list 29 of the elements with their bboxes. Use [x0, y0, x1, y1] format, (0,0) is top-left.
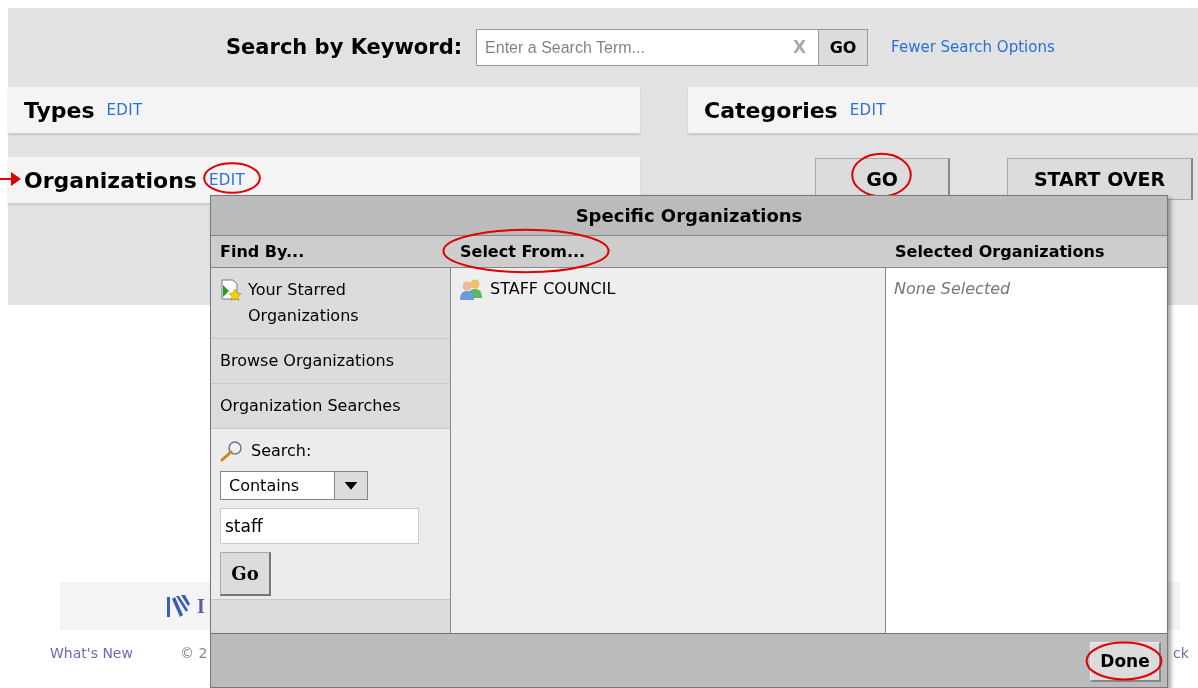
footer-link[interactable]: ck: [1173, 643, 1189, 664]
dialog-title: Specific Organizations: [575, 204, 803, 228]
start-over-button[interactable]: START OVER: [1007, 158, 1193, 200]
find-by-item[interactable]: Browse Organizations: [211, 339, 450, 384]
logo-text: I: [197, 594, 205, 619]
filter-title: Types: [24, 96, 95, 125]
starred-document-icon: [220, 279, 242, 301]
empty-selection-text: None Selected: [894, 279, 1011, 298]
column-header: Find By...: [220, 241, 305, 261]
organization-item[interactable]: STAFF COUNCIL: [458, 277, 878, 301]
filter-title: Categories: [704, 96, 838, 125]
search-label: Search:: [251, 440, 312, 462]
filter-title: Organizations: [24, 166, 197, 195]
edit-link[interactable]: EDIT: [106, 101, 143, 119]
go-button[interactable]: Go: [220, 552, 271, 596]
edit-link[interactable]: EDIT: [849, 101, 886, 119]
search-icon: [220, 440, 243, 462]
column-header: Selected Organizations: [895, 241, 1105, 261]
search-label: Search by Keyword:: [226, 33, 463, 61]
match-dropdown[interactable]: Contains: [220, 471, 368, 500]
logo-icon: [165, 593, 191, 619]
search-input[interactable]: staff: [220, 508, 419, 544]
copyright-text: © 2: [180, 644, 208, 663]
people-icon: [458, 278, 484, 300]
find-by-item[interactable]: Your Starred Organizations: [211, 268, 450, 339]
column-header: Select From...: [460, 241, 586, 261]
footer-link[interactable]: What's New: [50, 643, 133, 664]
search-options-link[interactable]: Fewer Search Options: [891, 36, 1055, 59]
go-button[interactable]: GO: [819, 29, 869, 66]
